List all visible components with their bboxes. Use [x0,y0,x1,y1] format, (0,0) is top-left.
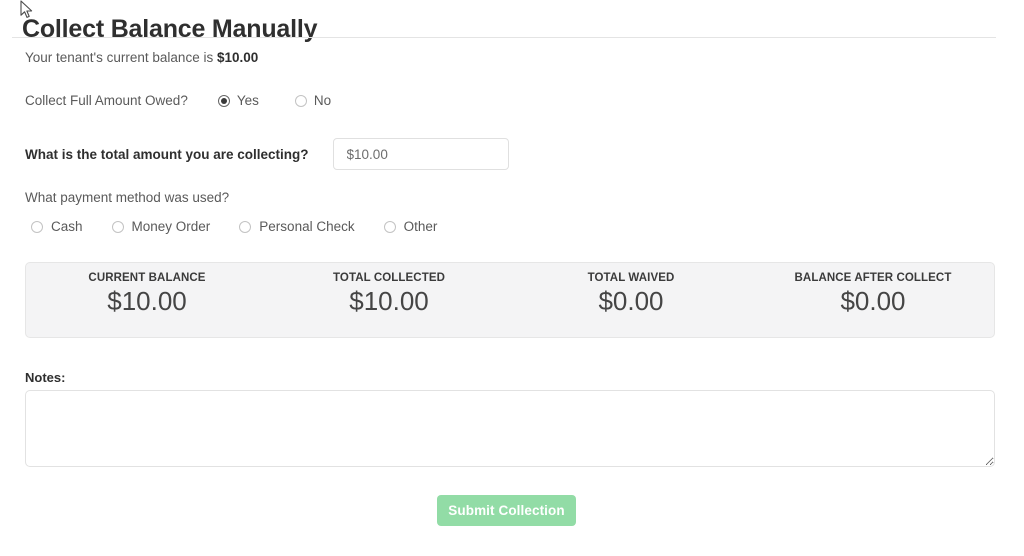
total-amount-input[interactable] [332,138,509,170]
collect-full-amount-row: Collect Full Amount Owed? Yes No [25,93,331,108]
radio-cash-label: Cash [51,219,83,234]
notes-textarea[interactable] [25,390,995,467]
radio-money-order-label: Money Order [131,219,211,234]
summary-value-total-waived: $0.00 [598,286,664,316]
payment-method-option-cash[interactable]: Cash [31,219,83,234]
radio-no-label: No [313,93,332,108]
total-amount-label: What is the total amount you are collect… [25,146,309,162]
collect-full-amount-label: Collect Full Amount Owed? [25,93,188,108]
radio-money-order-icon[interactable] [111,220,124,233]
radio-yes-label: Yes [236,93,259,108]
current-balance-statement-text: Your tenant's current balance is [25,50,217,65]
submit-collection-button[interactable]: Submit Collection [437,495,576,526]
page-title: Collect Balance Manually [22,14,318,43]
summary-column-total-collected: TOTAL COLLECTED $10.00 [268,263,510,337]
notes-label: Notes: [25,370,66,385]
current-balance-statement-amount: $10.00 [216,50,259,65]
balance-summary-panel: CURRENT BALANCE $10.00 TOTAL COLLECTED $… [25,262,995,338]
radio-personal-check-label: Personal Check [259,219,355,234]
summary-head-balance-after-collect: BALANCE AFTER COLLECT [794,272,952,284]
summary-head-total-waived: TOTAL WAIVED [587,272,675,284]
summary-head-total-collected: TOTAL COLLECTED [332,272,446,284]
payment-method-option-money-order[interactable]: Money Order [111,219,211,234]
radio-no-icon[interactable] [294,94,307,107]
summary-column-total-waived: TOTAL WAIVED $0.00 [510,263,752,337]
collect-balance-page: Collect Balance Manually Your tenant's c… [0,0,1024,556]
summary-value-current-balance: $10.00 [107,286,187,316]
collect-full-amount-option-yes[interactable]: Yes [217,93,259,108]
current-balance-statement: Your tenant's current balance is $10.00 [25,50,258,65]
radio-yes-icon[interactable] [217,94,230,107]
payment-method-option-personal-check[interactable]: Personal Check [239,219,355,234]
summary-value-total-collected: $10.00 [349,286,429,316]
summary-column-balance-after-collect: BALANCE AFTER COLLECT $0.00 [752,263,994,337]
payment-method-options: Cash Money Order Personal Check Other [31,219,466,234]
total-amount-row: What is the total amount you are collect… [25,138,509,170]
radio-other-icon[interactable] [383,220,396,233]
radio-personal-check-icon[interactable] [239,220,252,233]
title-divider [12,37,996,38]
radio-cash-icon[interactable] [31,220,43,233]
payment-method-option-other[interactable]: Other [383,219,438,234]
summary-value-balance-after-collect: $0.00 [840,286,906,316]
collect-full-amount-option-no[interactable]: No [294,93,332,108]
summary-head-current-balance: CURRENT BALANCE [88,272,206,284]
radio-other-label: Other [403,219,438,234]
payment-method-label: What payment method was used? [25,190,230,205]
summary-column-current-balance: CURRENT BALANCE $10.00 [26,263,268,337]
